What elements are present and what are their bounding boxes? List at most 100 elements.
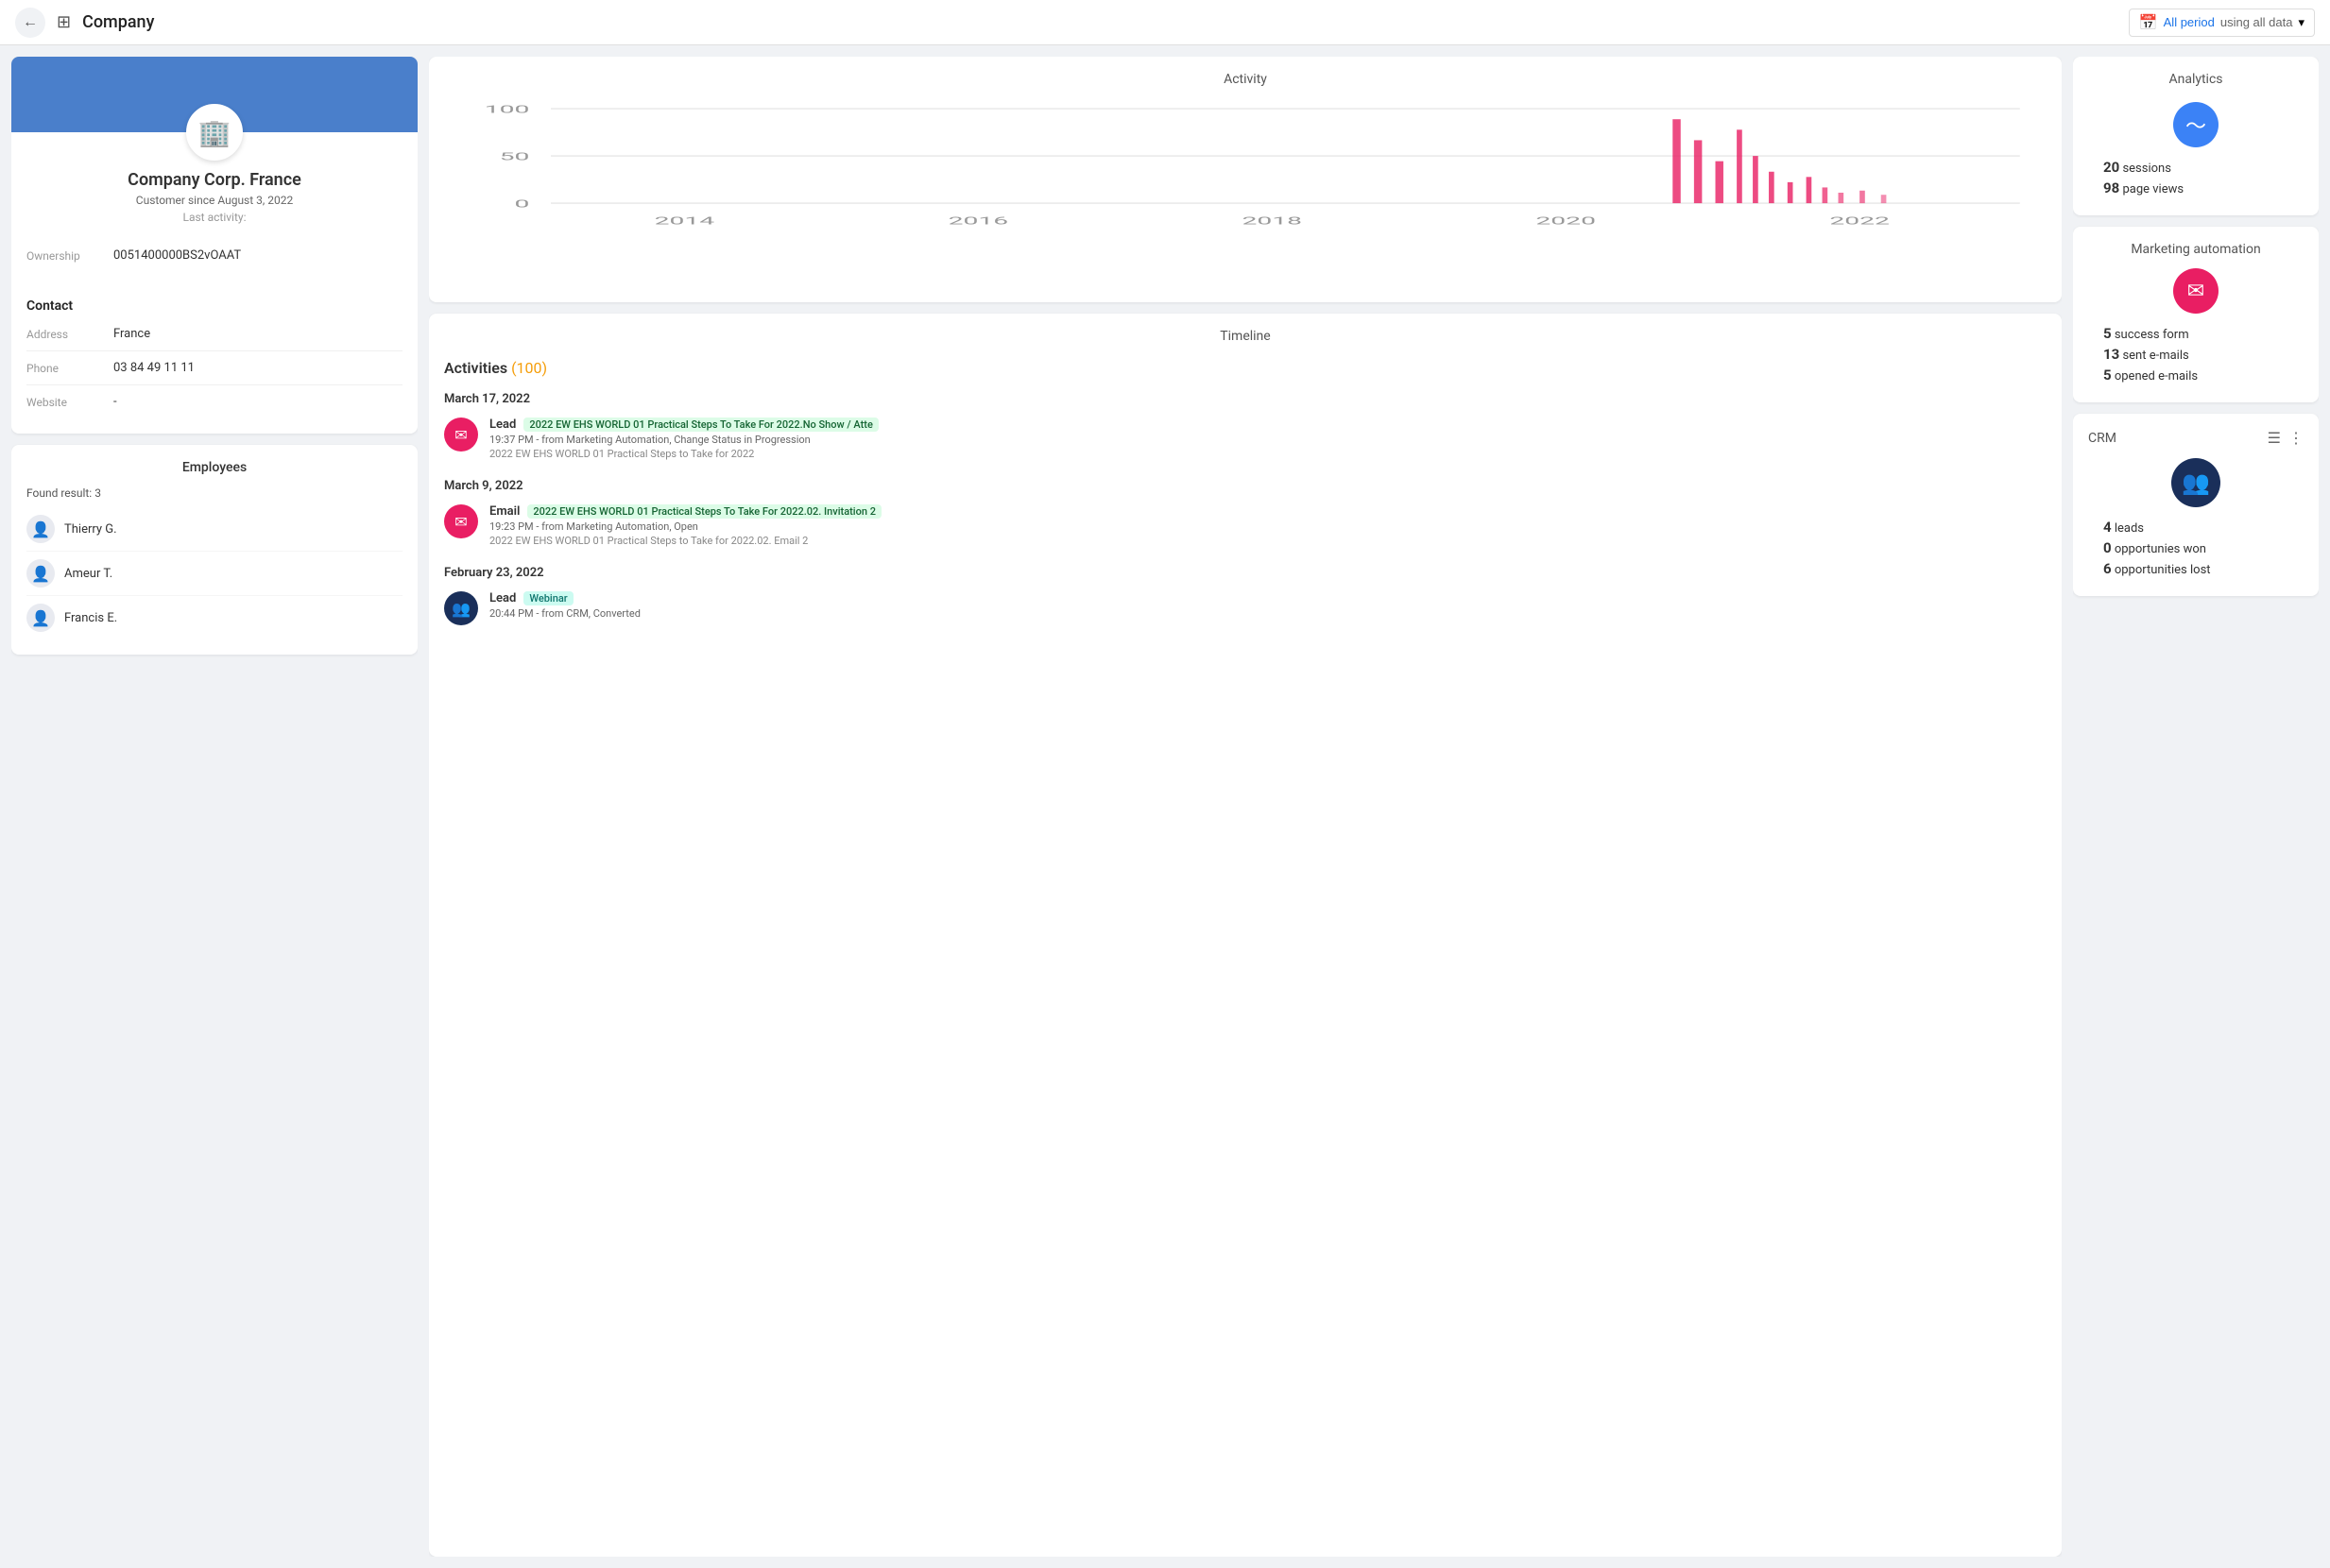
tl-content: Lead Webinar 20:44 PM - from CRM, Conver… [489,591,641,625]
crm-card: CRM ☰ ⋮ 👥 4 leads 0 opportunies won 6 [2073,414,2319,596]
list-item[interactable]: 👤 Ameur T. [26,552,403,596]
email-icon: ✉ [444,504,478,538]
timeline-item: ✉ Email 2022 EW EHS WORLD 01 Practical S… [444,504,2047,547]
activity-card: Activity 100 50 0 2014 2016 2018 2020 [429,57,2062,302]
date-label: March 9, 2022 [444,479,2047,493]
opps-lost-label: opportunities lost [2115,563,2211,577]
tl-type: Email [489,504,520,519]
opps-lost-count: 6 [2103,560,2112,577]
opened-emails-label: opened e-mails [2115,369,2198,383]
list-item[interactable]: 👤 Thierry G. [26,507,403,552]
list-item[interactable]: 👤 Francis E. [26,596,403,639]
address-field: Address France [26,317,403,351]
left-column: 🏢 Company Corp. France Customer since Au… [11,57,418,1557]
address-value: France [113,327,150,341]
opps-lost-stat: 6 opportunities lost [2103,560,2304,577]
period-button[interactable]: 📅 All period using all data ▾ [2129,9,2315,37]
svg-text:2018: 2018 [1242,215,1303,228]
last-activity-label: Last activity: [26,211,403,224]
tl-badge: 2022 EW EHS WORLD 01 Practical Steps To … [523,418,879,432]
date-group: March 9, 2022 ✉ Email 2022 EW EHS WORLD … [444,479,2047,547]
sent-emails-label: sent e-mails [2122,349,2188,363]
success-form-stat: 5 success form [2103,325,2304,342]
period-label: All period [2164,15,2215,29]
contact-fields: Address France Phone 03 84 49 11 11 Webs… [11,317,418,434]
pageviews-count: 98 [2103,179,2119,196]
tl-meta: 19:37 PM - from Marketing Automation, Ch… [489,434,879,446]
avatar: 👤 [26,559,55,588]
main-layout: 🏢 Company Corp. France Customer since Au… [0,45,2330,1568]
more-icon[interactable]: ⋮ [2288,429,2304,447]
tl-content: Lead 2022 EW EHS WORLD 01 Practical Step… [489,418,879,460]
email-icon: ✉ [444,418,478,452]
tl-content: Email 2022 EW EHS WORLD 01 Practical Ste… [489,504,882,547]
sent-emails-stat: 13 sent e-mails [2103,346,2304,363]
tl-badge: 2022 EW EHS WORLD 01 Practical Steps To … [527,504,882,519]
timeline-card: Timeline Activities (100) March 17, 2022… [429,314,2062,1557]
leads-stat: 4 leads [2103,519,2304,536]
tl-sub: 2022 EW EHS WORLD 01 Practical Steps to … [489,535,882,547]
top-nav: ← ⊞ Company 📅 All period using all data … [0,0,2330,45]
pageviews-stat: 98 page views [2103,179,2304,196]
activities-label: Activities [444,359,507,377]
timeline-item: 👥 Lead Webinar 20:44 PM - from CRM, Conv… [444,591,2047,625]
ownership-field: Ownership 0051400000BS2vOAAT [26,239,403,272]
sessions-count: 20 [2103,159,2119,176]
phone-field: Phone 03 84 49 11 11 [26,351,403,385]
contact-section-heading: Contact [11,287,418,317]
date-label: February 23, 2022 [444,566,2047,580]
sessions-label: sessions [2122,162,2171,176]
marketing-stats: 5 success form 13 sent e-mails 5 opened … [2088,325,2304,383]
list-icon[interactable]: ☰ [2268,429,2281,447]
date-group: March 17, 2022 ✉ Lead 2022 EW EHS WORLD … [444,392,2047,460]
activity-chart-svg: 100 50 0 2014 2016 2018 2020 2022 [444,98,2047,287]
employee-list: 👤 Thierry G. 👤 Ameur T. 👤 Francis E. [26,507,403,639]
back-button[interactable]: ← [15,8,45,38]
activities-count: (100) [511,359,547,377]
top-nav-right: 📅 All period using all data ▾ [2129,9,2315,37]
employee-name: Thierry G. [64,522,117,537]
found-result: Found result: 3 [26,486,403,500]
tl-title-row: Lead Webinar [489,591,641,605]
calendar-icon: 📅 [2139,13,2158,32]
success-form-label: success form [2115,328,2189,342]
timeline-title: Timeline [444,329,2047,344]
marketing-icon: ✉ [2173,268,2219,314]
activities-header: Activities (100) [444,359,2047,377]
opened-emails-count: 5 [2103,366,2112,383]
website-field: Website - [26,385,403,418]
employee-name: Francis E. [64,611,117,625]
opps-won-label: opportunies won [2115,542,2206,556]
sessions-stat: 20 sessions [2103,159,2304,176]
marketing-title: Marketing automation [2088,242,2304,257]
ownership-label: Ownership [26,249,102,263]
marketing-automation-card: Marketing automation ✉ 5 success form 13… [2073,227,2319,402]
opps-won-count: 0 [2103,539,2112,556]
analytics-title: Analytics [2088,72,2304,87]
svg-text:2016: 2016 [949,215,1009,228]
analytics-icon: 〜 [2173,102,2219,147]
page-title: Company [82,12,154,32]
svg-text:2020: 2020 [1535,215,1596,228]
crm-people-icon: 👥 [2171,458,2220,507]
center-column: Activity 100 50 0 2014 2016 2018 2020 [429,57,2062,1557]
profile-banner: 🏢 [11,57,418,132]
address-label: Address [26,328,102,341]
right-column: Analytics 〜 20 sessions 98 page views Ma… [2073,57,2319,1557]
svg-text:50: 50 [500,151,530,163]
timeline-item: ✉ Lead 2022 EW EHS WORLD 01 Practical St… [444,418,2047,460]
opened-emails-stat: 5 opened e-mails [2103,366,2304,383]
avatar: 🏢 [186,104,243,161]
tl-type: Lead [489,591,516,605]
period-sub: using all data [2220,15,2293,29]
phone-label: Phone [26,362,102,375]
avatar: 👤 [26,515,55,543]
tl-badge: Webinar [523,591,573,605]
ownership-value: 0051400000BS2vOAAT [113,248,241,263]
svg-text:100: 100 [485,104,530,116]
employee-name: Ameur T. [64,567,112,581]
svg-text:0: 0 [515,198,530,211]
website-label: Website [26,396,102,409]
crm-header-actions: ☰ ⋮ [2268,429,2304,447]
date-label: March 17, 2022 [444,392,2047,406]
